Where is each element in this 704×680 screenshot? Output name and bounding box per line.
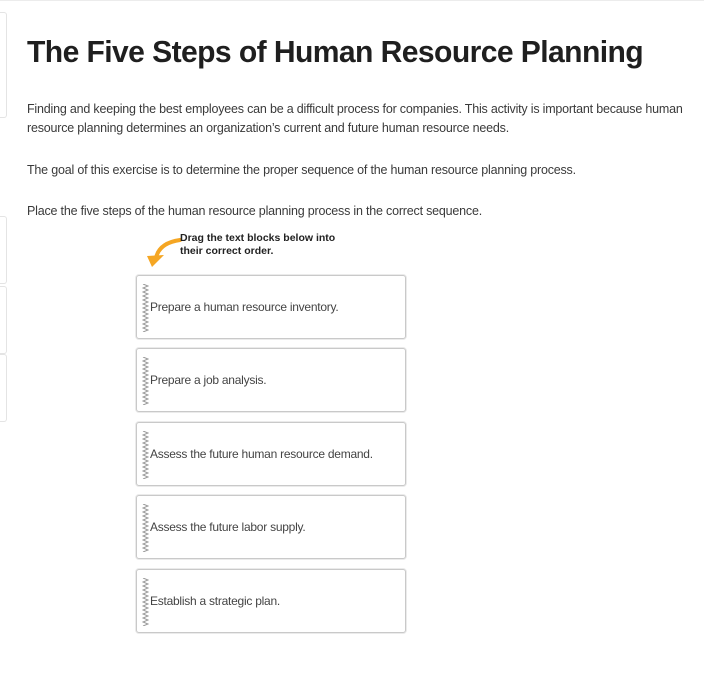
- goal-paragraph: The goal of this exercise is to determin…: [27, 163, 576, 177]
- draggable-step-block[interactable]: Prepare a human resource inventory.: [136, 275, 406, 339]
- draggable-step-block[interactable]: Establish a strategic plan.: [136, 569, 406, 633]
- curved-arrow-icon: [147, 238, 182, 267]
- drag-handle-icon[interactable]: [142, 431, 149, 479]
- drag-instruction: Drag the text blocks below into their co…: [180, 232, 336, 257]
- step-block-label: Assess the future human resource demand.: [150, 447, 373, 461]
- drag-handle-icon[interactable]: [142, 284, 149, 332]
- task-paragraph: Place the five steps of the human resour…: [27, 204, 483, 218]
- step-block-label: Establish a strategic plan.: [150, 594, 280, 608]
- step-block-label: Prepare a human resource inventory.: [150, 300, 339, 314]
- side-panel-tab[interactable]: [0, 286, 7, 354]
- draggable-step-block[interactable]: Assess the future labor supply.: [136, 495, 406, 559]
- side-panel-tab[interactable]: [0, 12, 7, 118]
- side-panel-tab[interactable]: [0, 354, 7, 422]
- side-panel-tab[interactable]: [0, 216, 7, 284]
- draggable-step-block[interactable]: Prepare a job analysis.: [136, 348, 406, 412]
- top-divider: [0, 0, 704, 1]
- intro-paragraph: Finding and keeping the best employees c…: [27, 102, 683, 135]
- draggable-step-block[interactable]: Assess the future human resource demand.: [136, 422, 406, 486]
- drag-handle-icon[interactable]: [142, 357, 149, 405]
- drag-handle-icon[interactable]: [142, 578, 149, 626]
- step-block-label: Prepare a job analysis.: [150, 373, 267, 387]
- step-block-label: Assess the future labor supply.: [150, 520, 306, 534]
- drag-handle-icon[interactable]: [142, 504, 149, 552]
- page-title: The Five Steps of Human Resource Plannin…: [27, 34, 644, 69]
